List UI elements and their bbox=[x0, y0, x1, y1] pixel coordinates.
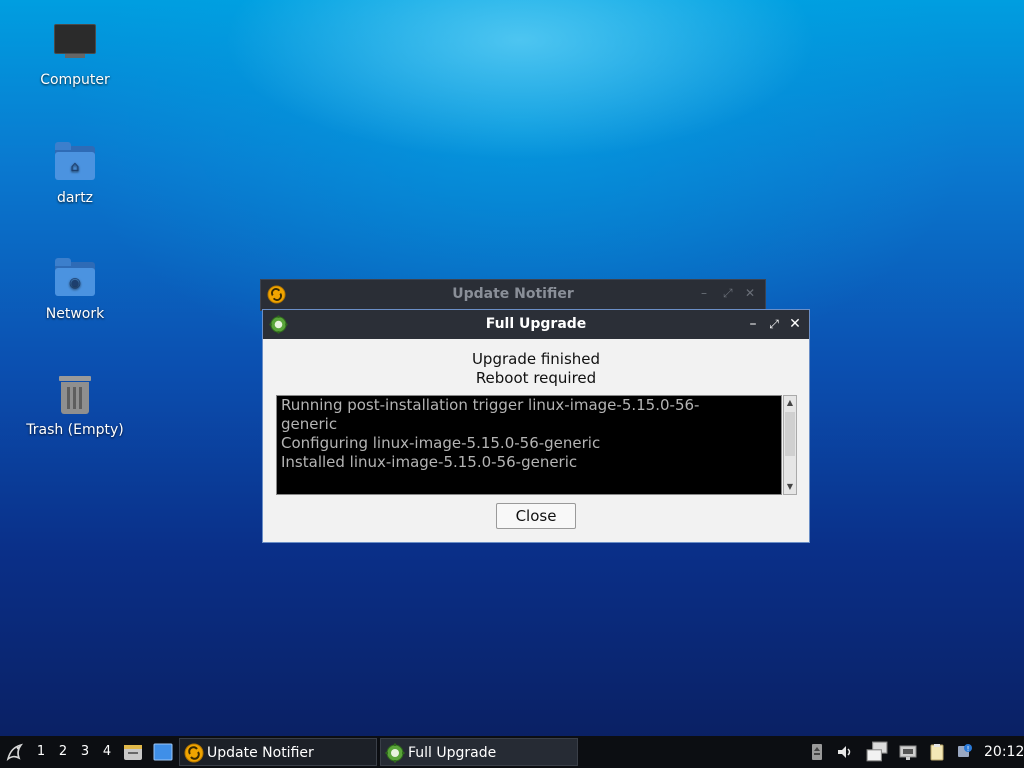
windows-switcher-icon[interactable] bbox=[866, 741, 888, 763]
start-menu-icon[interactable] bbox=[4, 741, 26, 763]
svg-text:!: ! bbox=[967, 745, 970, 753]
scroll-down-icon[interactable]: ▼ bbox=[784, 480, 796, 494]
network-folder-icon: ◉ bbox=[53, 256, 97, 300]
reboot-message: Reboot required bbox=[475, 369, 597, 387]
trash-icon bbox=[53, 372, 97, 416]
status-message: Upgrade finished bbox=[471, 350, 601, 368]
update-notifier-window[interactable]: Update Notifier – ⤢ ✕ bbox=[260, 279, 766, 311]
full-upgrade-dialog: Full Upgrade – ⤢ ✕ Upgrade finished Rebo… bbox=[262, 309, 810, 543]
close-dialog-button[interactable]: Close bbox=[496, 503, 576, 529]
workspace-4[interactable]: 4 bbox=[100, 744, 114, 759]
desktop-icon-label: Network bbox=[45, 306, 105, 322]
file-manager-icon[interactable] bbox=[123, 742, 143, 762]
dialog-title: Full Upgrade bbox=[485, 316, 587, 332]
desktop-icon-network[interactable]: ◉ Network bbox=[20, 256, 130, 322]
show-desktop-icon[interactable] bbox=[153, 742, 173, 762]
clock[interactable]: 20:12 bbox=[984, 744, 1024, 760]
update-notifier-icon bbox=[184, 743, 204, 763]
desktop-icon-label: Computer bbox=[40, 72, 110, 88]
scroll-thumb[interactable] bbox=[785, 412, 795, 456]
removable-media-icon[interactable] bbox=[808, 743, 826, 761]
clipboard-icon[interactable] bbox=[928, 743, 946, 761]
log-line: Configuring linux-image-5.15.0-56-generi… bbox=[281, 434, 601, 452]
log-scrollbar[interactable]: ▲ ▼ bbox=[783, 395, 797, 495]
workspace-3[interactable]: 3 bbox=[78, 744, 92, 759]
maximize-button[interactable]: ⤢ bbox=[765, 315, 783, 333]
log-line: Installed linux-image-5.15.0-56-generic bbox=[281, 453, 578, 471]
desktop-icon-home[interactable]: ⌂ dartz bbox=[20, 140, 130, 206]
scroll-up-icon[interactable]: ▲ bbox=[784, 396, 796, 410]
close-button[interactable]: ✕ bbox=[786, 315, 804, 333]
window-title: Update Notifier bbox=[452, 286, 574, 302]
network-icon[interactable] bbox=[899, 743, 917, 761]
maximize-button[interactable]: ⤢ bbox=[723, 286, 733, 301]
home-folder-icon: ⌂ bbox=[53, 140, 97, 184]
taskbar: 1 2 3 4 Update Notifier Full Upgrade ! 2… bbox=[0, 736, 1024, 768]
desktop-icon-computer[interactable]: Computer bbox=[20, 22, 130, 88]
volume-icon[interactable] bbox=[836, 743, 854, 761]
desktop-icon-label: dartz bbox=[56, 190, 94, 206]
notification-icon[interactable]: ! bbox=[956, 743, 974, 761]
gear-icon bbox=[385, 743, 405, 763]
close-button[interactable]: ✕ bbox=[745, 286, 755, 300]
dialog-titlebar[interactable]: Full Upgrade – ⤢ ✕ bbox=[263, 310, 809, 339]
log-line: generic bbox=[281, 415, 338, 433]
upgrade-log[interactable]: Running post-installation trigger linux-… bbox=[276, 395, 782, 495]
computer-icon bbox=[53, 22, 97, 66]
task-update-notifier[interactable]: Update Notifier bbox=[179, 738, 377, 766]
workspace-2[interactable]: 2 bbox=[56, 744, 70, 759]
workspace-1[interactable]: 1 bbox=[34, 744, 48, 759]
desktop-icon-label: Trash (Empty) bbox=[26, 422, 124, 438]
task-full-upgrade[interactable]: Full Upgrade bbox=[380, 738, 578, 766]
minimize-button[interactable]: – bbox=[744, 315, 762, 333]
task-label: Update Notifier bbox=[207, 745, 314, 761]
desktop-icon-trash[interactable]: Trash (Empty) bbox=[20, 372, 130, 438]
minimize-button[interactable]: – bbox=[701, 286, 707, 300]
task-label: Full Upgrade bbox=[408, 745, 497, 761]
log-line: Running post-installation trigger linux-… bbox=[281, 396, 700, 414]
